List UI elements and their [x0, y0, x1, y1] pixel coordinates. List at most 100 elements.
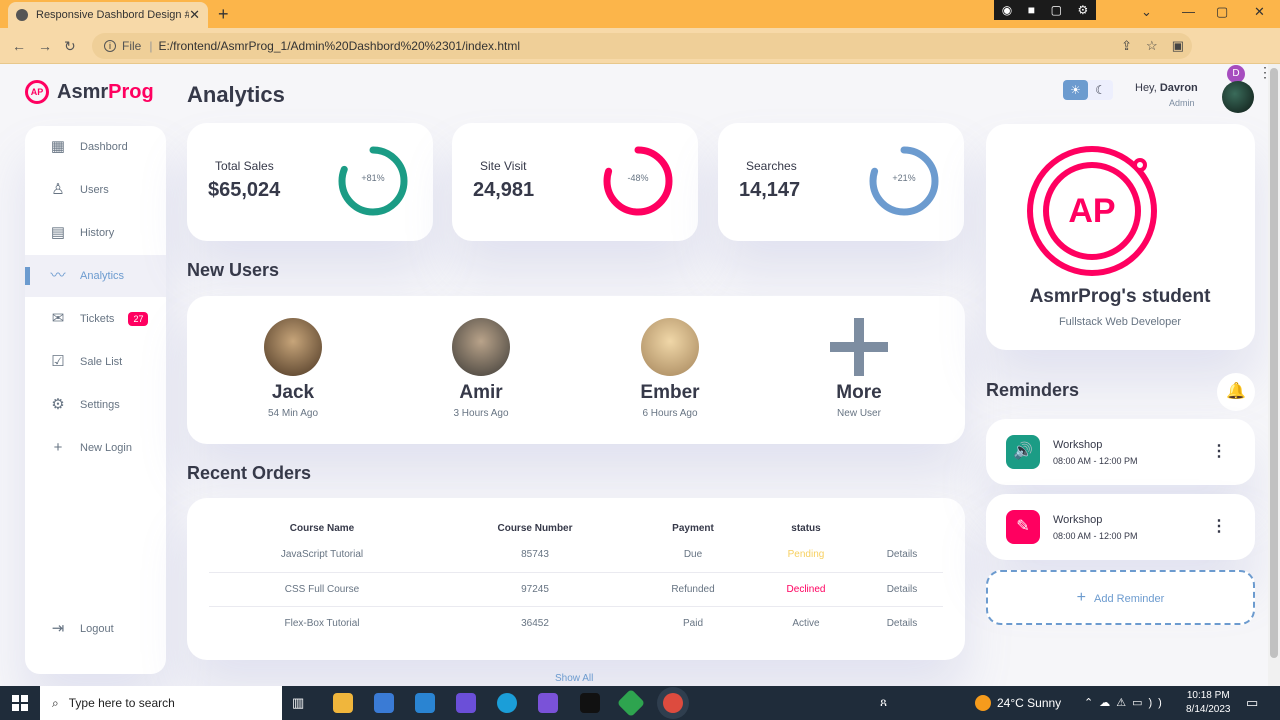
- store-icon[interactable]: [374, 693, 394, 713]
- sidebar-item-users[interactable]: ♙ Users: [25, 169, 166, 211]
- app-icon[interactable]: [538, 693, 558, 713]
- taskbar-search-input[interactable]: ⌕ Type here to search: [40, 686, 282, 720]
- share-icon[interactable]: ⇪: [1121, 38, 1132, 54]
- sidepanel-icon[interactable]: ▣: [1172, 38, 1184, 54]
- url-scheme: File: [122, 39, 142, 53]
- grid-icon: ▦: [50, 138, 66, 155]
- system-tray-icons[interactable]: ⌃☁⚠▭)): [1084, 696, 1168, 709]
- sun-weather-icon: [975, 695, 991, 711]
- scrollbar[interactable]: [1268, 64, 1280, 686]
- brand-suffix: Prog: [108, 80, 154, 103]
- reminders-title: Reminders: [986, 380, 1080, 400]
- user-time: 3 Hours Ago: [453, 408, 509, 419]
- file-explorer-icon[interactable]: [333, 693, 353, 713]
- new-tab-button[interactable]: +: [218, 4, 229, 25]
- status: Active: [792, 617, 820, 629]
- forward-button[interactable]: →: [38, 38, 52, 54]
- stat-label: Searches: [746, 159, 797, 173]
- stat-value: 14,147: [739, 179, 801, 201]
- chrome-icon[interactable]: [663, 693, 683, 713]
- reminder-item[interactable]: 🔊 Workshop 08:00 AM - 12:00 PM ⋮: [986, 419, 1255, 485]
- user-item-jack[interactable]: Jack 54 Min Ago: [233, 318, 353, 419]
- reload-button[interactable]: ↻: [64, 38, 76, 55]
- user-name: Jack: [271, 382, 315, 403]
- logout-label: Logout: [80, 623, 114, 635]
- user-name: More: [836, 382, 882, 403]
- sidebar-item-tickets[interactable]: ✉ Tickets 27: [25, 298, 166, 340]
- details-link[interactable]: Details: [861, 538, 943, 573]
- visual-studio-icon[interactable]: [456, 693, 476, 713]
- sidebar-item-dashboard[interactable]: ▦ Dashbord: [25, 126, 166, 168]
- sidebar-item-new-login[interactable]: + New Login: [25, 427, 166, 469]
- table-row: Flex-Box Tutorial 36452 Paid Active Deta…: [209, 606, 943, 640]
- browser-tab[interactable]: Responsive Dashbord Design #1 ✕: [8, 2, 208, 28]
- user-time: 54 Min Ago: [267, 408, 319, 419]
- add-reminder-label: Add Reminder: [1094, 593, 1165, 605]
- greeting-text: Hey,: [1135, 82, 1160, 94]
- more-vert-icon[interactable]: ⋮: [1211, 516, 1227, 536]
- course-number: 85743: [435, 538, 635, 573]
- sidebar-item-sale-list[interactable]: ☑ Sale List: [25, 341, 166, 383]
- stat-value: $65,024: [208, 179, 281, 201]
- windows-start-icon[interactable]: [12, 695, 28, 711]
- sidebar-item-history[interactable]: ▤ History: [25, 212, 166, 254]
- details-link[interactable]: Details: [861, 606, 943, 640]
- orders-table: Course Name Course Number Payment status…: [209, 518, 943, 640]
- logout-button[interactable]: ⇥ Logout: [25, 608, 166, 650]
- logo[interactable]: AP AsmrProg: [25, 80, 154, 104]
- more-vert-icon[interactable]: ⋮: [1211, 441, 1227, 461]
- git-icon[interactable]: [616, 688, 646, 718]
- edge-icon[interactable]: [497, 693, 517, 713]
- maximize-button[interactable]: ▢: [1216, 4, 1228, 20]
- close-window-button[interactable]: ✕: [1254, 4, 1265, 20]
- window-icon[interactable]: ▢: [1051, 3, 1062, 17]
- user-item-ember[interactable]: Ember 6 Hours Ago: [610, 318, 730, 419]
- mail-app-icon[interactable]: [415, 693, 435, 713]
- recent-orders-card: Course Name Course Number Payment status…: [187, 498, 965, 660]
- notification-icon[interactable]: ▭: [1246, 695, 1258, 711]
- receipt-icon: ▤: [50, 224, 66, 241]
- gear-icon[interactable]: ⚙: [1077, 3, 1088, 17]
- stat-percent: +21%: [892, 173, 916, 183]
- table-header-row: Course Name Course Number Payment status: [209, 518, 943, 538]
- avatar[interactable]: [1222, 81, 1254, 113]
- moon-icon[interactable]: ☾: [1088, 80, 1113, 100]
- user-item-more[interactable]: More New User: [799, 318, 919, 419]
- tab-close-button[interactable]: ✕: [189, 7, 200, 23]
- user-name: Ember: [640, 382, 700, 403]
- add-reminder-button[interactable]: + Add Reminder: [986, 570, 1255, 625]
- scrollbar-thumb[interactable]: [1270, 68, 1278, 658]
- sun-icon[interactable]: ☀: [1063, 80, 1088, 100]
- address-bar-row: ← → ↻ i File | E:/frontend/AsmrProg_1/Ad…: [0, 28, 1280, 83]
- user-item-amir[interactable]: Amir 3 Hours Ago: [421, 318, 541, 419]
- clock[interactable]: 10:18 PM 8/14/2023: [1186, 689, 1231, 717]
- bell-icon[interactable]: 🔔: [1217, 373, 1255, 411]
- theme-toggle[interactable]: ☀ ☾: [1063, 80, 1113, 100]
- sidebar-item-settings[interactable]: ⚙ Settings: [25, 384, 166, 426]
- sidebar-item-label: Tickets: [80, 313, 115, 325]
- star-icon[interactable]: ☆: [1146, 38, 1158, 54]
- status: Pending: [751, 538, 861, 573]
- task-view-icon[interactable]: ▥: [292, 695, 304, 711]
- back-button[interactable]: ←: [12, 38, 26, 54]
- weather-widget[interactable]: 24°C Sunny: [975, 695, 1061, 711]
- video-icon[interactable]: ■: [1028, 3, 1035, 17]
- info-icon[interactable]: i: [104, 40, 116, 52]
- course-number: 97245: [435, 572, 635, 607]
- stat-label: Total Sales: [215, 159, 274, 173]
- minimize-button[interactable]: —: [1182, 4, 1195, 19]
- sidebar-item-analytics[interactable]: 〰 Analytics: [25, 255, 166, 297]
- weather-text: 24°C Sunny: [997, 696, 1062, 710]
- user-photo: [641, 318, 699, 376]
- reminder-item[interactable]: ✎ Workshop 08:00 AM - 12:00 PM ⋮: [986, 494, 1255, 560]
- show-all-link[interactable]: Show All: [555, 673, 593, 684]
- sidebar-item-label: Users: [80, 184, 109, 196]
- details-link[interactable]: Details: [861, 572, 943, 607]
- tiktok-icon[interactable]: [580, 693, 600, 713]
- edit-icon: ✎: [1006, 510, 1040, 544]
- people-icon[interactable]: ጸ: [880, 695, 887, 710]
- insights-icon: 〰: [50, 267, 66, 284]
- chevron-down-icon[interactable]: ⌄: [1141, 4, 1152, 20]
- url-input[interactable]: i File | E:/frontend/AsmrProg_1/Admin%20…: [92, 33, 1192, 59]
- camera-icon[interactable]: ◉: [1002, 3, 1012, 17]
